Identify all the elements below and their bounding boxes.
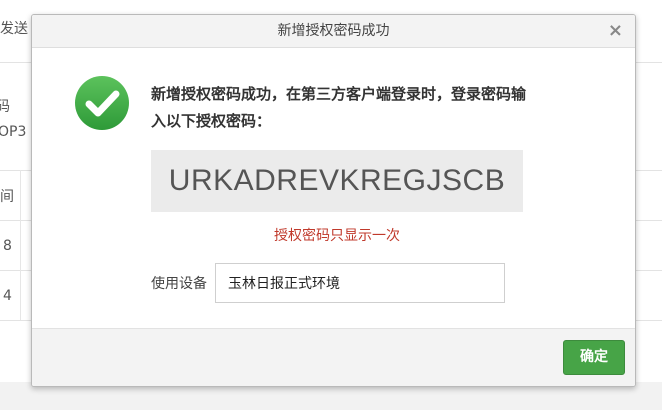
bg-text-fragment: 码 xyxy=(0,99,10,115)
confirm-button[interactable]: 确定 xyxy=(563,340,625,375)
show-once-note: 授权密码只显示一次 xyxy=(274,228,400,244)
bg-table-cell: 4 xyxy=(3,288,12,304)
dialog-footer: 确定 xyxy=(32,328,635,386)
check-circle-icon xyxy=(74,75,130,131)
bg-table-header: 间 xyxy=(0,189,14,205)
bg-send-label: 发送 xyxy=(0,21,28,37)
close-icon[interactable]: × xyxy=(608,15,623,47)
device-input[interactable] xyxy=(215,263,505,303)
success-message: 新增授权密码成功，在第三方客户端登录时，登录密码输入以下授权密码： xyxy=(151,85,527,130)
bg-table-cell: 8 xyxy=(3,238,12,254)
auth-code-display: URKADREVKREGJSCB xyxy=(151,150,523,212)
dialog-header: 新增授权密码成功 × xyxy=(32,15,635,48)
auth-code-dialog: 新增授权密码成功 × 新增授权密码成功，在第三方客户端登录时，登录密码输入以下授… xyxy=(31,14,636,387)
bg-table-column-line xyxy=(20,170,21,320)
dialog-title: 新增授权密码成功 xyxy=(277,23,390,39)
device-label: 使用设备 xyxy=(151,276,207,292)
bg-text-fragment: OP3 xyxy=(0,124,27,140)
